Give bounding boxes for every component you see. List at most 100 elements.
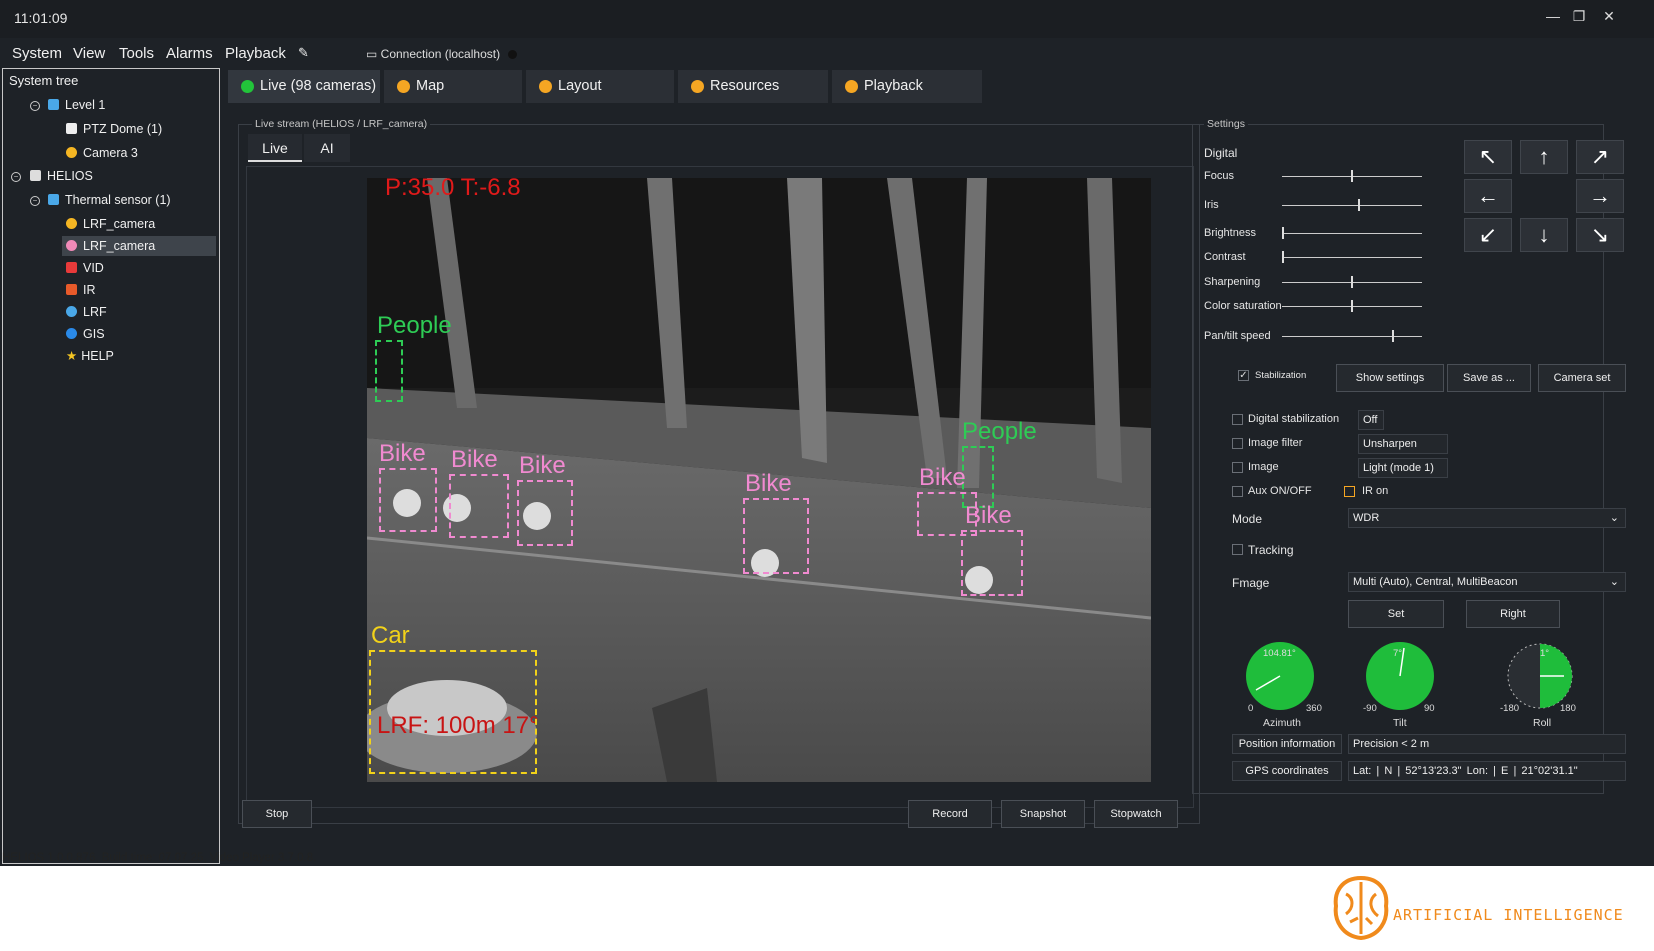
tree-item-camera3[interactable]: Camera 3 [66, 143, 138, 163]
menu-alarms[interactable]: Alarms [166, 45, 213, 62]
detection-box-people[interactable] [375, 340, 403, 402]
collapse-icon[interactable]: − [30, 101, 40, 111]
detection-box-bike[interactable] [379, 468, 437, 532]
brightness-slider[interactable] [1282, 227, 1422, 239]
brand-text: ARTIFICIAL INTELLIGENCE [1393, 906, 1624, 924]
tree-item-vid[interactable]: VID [66, 258, 104, 278]
detection-box-bike[interactable] [961, 530, 1023, 596]
arrow-down-left-icon[interactable]: ↙ [1464, 218, 1512, 252]
tree-item-ptz-dome[interactable]: PTZ Dome (1) [66, 119, 162, 139]
tree-item-ir[interactable]: IR [66, 280, 96, 300]
image-filter-checkbox[interactable] [1232, 438, 1243, 449]
tab-label: Resources [710, 78, 780, 94]
title-bar: 11:01:09 — ❐ ✕ [0, 0, 1654, 38]
arrow-right-icon[interactable]: → [1576, 179, 1624, 213]
tab-map[interactable]: Map [384, 70, 522, 103]
fmage-select[interactable]: Multi (Auto), Central, MultiBeacon ⌄ [1348, 572, 1626, 592]
arrow-up-right-icon[interactable]: ↗ [1576, 140, 1624, 174]
save-as-button[interactable]: Save as ... [1447, 364, 1531, 392]
tree-item-lrf[interactable]: LRF [66, 302, 107, 322]
image-filter-value[interactable]: Unsharpen [1358, 434, 1448, 454]
detection-label-bike: Bike [379, 440, 426, 467]
menu-playback[interactable]: Playback [225, 45, 286, 62]
tilt-min: -90 [1363, 703, 1377, 714]
stop-button[interactable]: Stop [242, 800, 312, 828]
contrast-slider[interactable] [1282, 251, 1422, 263]
camera-icon [66, 147, 77, 158]
arrow-down-right-icon[interactable]: ↘ [1576, 218, 1624, 252]
close-icon[interactable]: ✕ [1598, 8, 1620, 25]
tab-live[interactable]: Live (98 cameras) [228, 70, 380, 103]
tree-item-help[interactable]: ★ HELP [66, 346, 114, 366]
snapshot-button[interactable]: Snapshot [1001, 800, 1085, 828]
contrast-label: Contrast [1204, 251, 1246, 263]
subtab-live[interactable]: Live [248, 134, 302, 162]
ir-on-checkbox[interactable] [1344, 486, 1355, 497]
subtab-ai[interactable]: AI [304, 134, 350, 162]
detection-box-car[interactable] [369, 650, 537, 774]
restore-icon[interactable]: ❐ [1568, 8, 1590, 25]
tracking-checkbox[interactable] [1232, 544, 1243, 555]
system-tree-title: System tree [9, 73, 79, 88]
record-button[interactable]: Record [908, 800, 992, 828]
monitor-icon: ▭ [366, 47, 381, 61]
gps-coordinates-label: GPS coordinates [1232, 761, 1342, 781]
show-settings-button[interactable]: Show settings [1336, 364, 1444, 392]
status-led-icon [691, 80, 704, 93]
lat-label: Lat: [1353, 765, 1372, 777]
tree-item-lrf-camera-selected[interactable]: LRF_camera [62, 236, 216, 256]
right-button[interactable]: Right [1466, 600, 1560, 628]
pan-tilt-speed-slider[interactable] [1282, 330, 1422, 342]
tree-item-gis[interactable]: GIS [66, 324, 105, 344]
stopwatch-button[interactable]: Stopwatch [1094, 800, 1178, 828]
stabilization-checkbox[interactable]: ✓ [1238, 370, 1249, 381]
image-checkbox[interactable] [1232, 462, 1243, 473]
aux-checkbox[interactable] [1232, 486, 1243, 497]
menu-system[interactable]: System [12, 45, 62, 62]
tree-label: LRF_camera [83, 217, 156, 231]
ir-icon [66, 284, 77, 295]
set-button[interactable]: Set [1348, 600, 1444, 628]
arrow-up-icon[interactable]: ↑ [1520, 140, 1568, 174]
tab-layout[interactable]: Layout [526, 70, 674, 103]
detection-box-bike[interactable] [449, 474, 509, 538]
minimize-icon[interactable]: — [1542, 8, 1564, 24]
tree-item-lrf-camera[interactable]: LRF_camera [66, 214, 155, 234]
focus-slider[interactable] [1282, 170, 1422, 182]
arrow-down-icon[interactable]: ↓ [1520, 218, 1568, 252]
collapse-icon[interactable]: − [11, 172, 21, 182]
status-led-icon [397, 80, 410, 93]
mode-value: WDR [1353, 512, 1380, 524]
menu-view[interactable]: View [73, 45, 105, 62]
collapse-icon[interactable]: − [30, 196, 40, 206]
chevron-down-icon: ⌄ [1609, 512, 1619, 524]
tree-item-level1[interactable]: Level 1 [48, 95, 105, 115]
image-value[interactable]: Light (mode 1) [1358, 458, 1448, 478]
sharpening-slider[interactable] [1282, 276, 1422, 288]
arrow-up-left-icon[interactable]: ↖ [1464, 140, 1512, 174]
arrow-left-icon[interactable]: ← [1464, 179, 1512, 213]
thermal-video-feed[interactable]: P:35.0 T:-6.8 LRF: 100m 17° People Peopl… [367, 178, 1151, 782]
tab-resources[interactable]: Resources [678, 70, 828, 103]
digital-stabilization-value[interactable]: Off [1358, 410, 1384, 430]
tab-label: Map [416, 78, 445, 94]
lat-direction: N [1384, 765, 1393, 777]
menu-tools[interactable]: Tools [119, 45, 154, 62]
edit-icon[interactable]: ✎ [298, 45, 309, 61]
tree-label: PTZ Dome (1) [83, 122, 163, 136]
mode-select[interactable]: WDR ⌄ [1348, 508, 1626, 528]
detection-box-bike[interactable] [743, 498, 809, 574]
tree-item-thermal-sensor[interactable]: Thermal sensor (1) [48, 190, 171, 210]
detection-box-bike[interactable] [517, 480, 573, 546]
iris-slider[interactable] [1282, 199, 1422, 211]
tab-playback[interactable]: Playback [832, 70, 982, 103]
tree-item-helios[interactable]: HELIOS [30, 166, 93, 186]
color-saturation-slider[interactable] [1282, 300, 1422, 312]
lrf-icon [66, 306, 77, 317]
globe-icon [66, 328, 77, 339]
tree-label: Level 1 [65, 98, 106, 112]
star-icon: ★ [66, 349, 78, 363]
camera-set-button[interactable]: Camera set [1538, 364, 1626, 392]
digital-stabilization-checkbox[interactable] [1232, 414, 1243, 425]
roll-label: Roll [1533, 717, 1552, 729]
